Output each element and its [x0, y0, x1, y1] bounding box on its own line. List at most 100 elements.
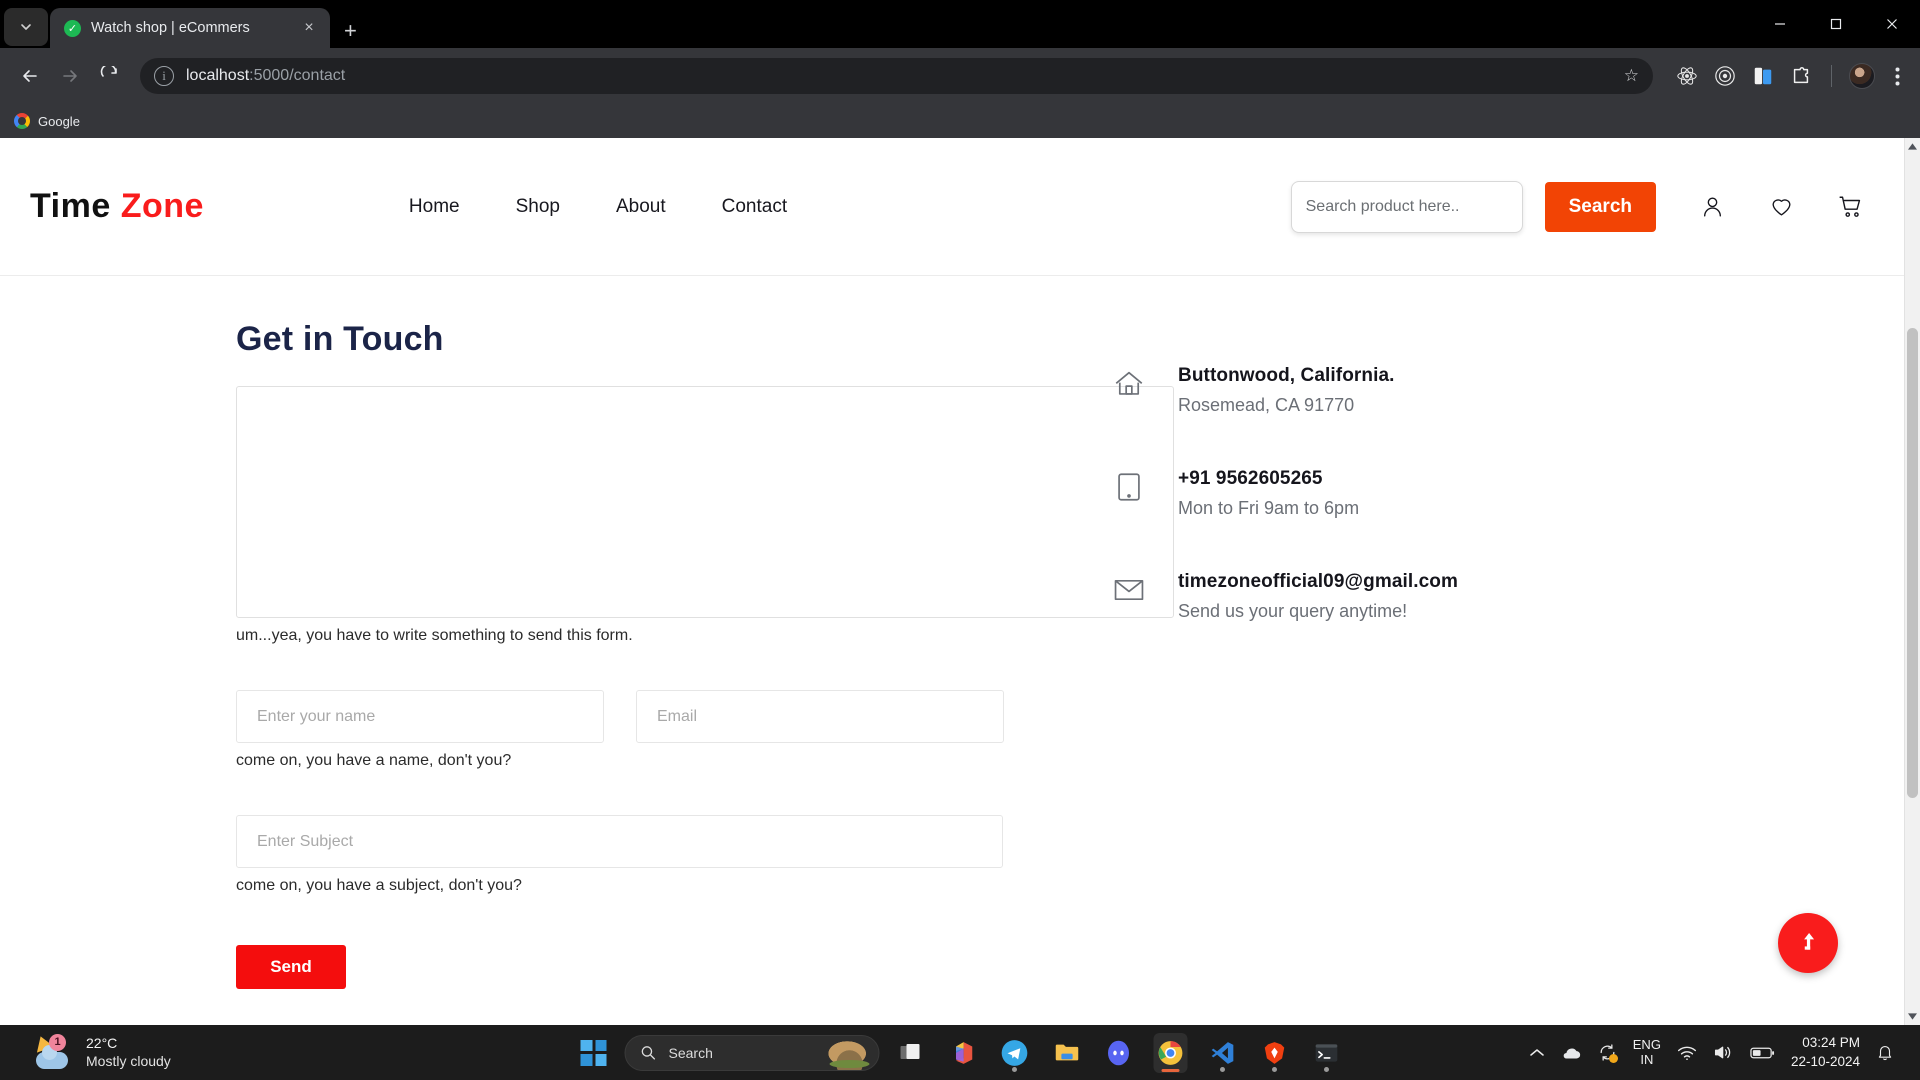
send-button[interactable]: Send: [236, 945, 346, 989]
volume-icon[interactable]: [1713, 1044, 1734, 1061]
react-devtools-icon[interactable]: [1673, 62, 1701, 90]
scrollbar-thumb[interactable]: [1907, 328, 1918, 798]
scroll-to-top-button[interactable]: [1778, 913, 1838, 973]
weather-temperature: 22°C: [86, 1035, 118, 1052]
sync-icon[interactable]: [1598, 1043, 1618, 1063]
tab-strip: ✓ Watch shop | eCommers × +: [0, 0, 1920, 48]
brave-icon[interactable]: [1258, 1033, 1292, 1073]
tab-close-icon[interactable]: ×: [298, 19, 320, 37]
name-email-row: [236, 690, 1060, 743]
subject-input[interactable]: [236, 815, 1003, 868]
taskbar-search-placeholder: Search: [668, 1044, 713, 1061]
system-tray: ENG IN 03:24 PM 22-10-2024: [1530, 1034, 1910, 1070]
site-info-icon[interactable]: i: [154, 66, 174, 86]
subject-block: come on, you have a subject, don't you?: [236, 815, 1060, 895]
battery-icon[interactable]: [1750, 1046, 1775, 1060]
bookmark-google[interactable]: Google: [14, 113, 80, 129]
check-circle-icon: ✓: [64, 19, 81, 37]
name-input[interactable]: [236, 690, 604, 743]
search-button[interactable]: Search: [1544, 181, 1656, 232]
wifi-icon[interactable]: [1677, 1045, 1697, 1061]
tab-title: Watch shop | eCommers: [91, 20, 250, 36]
web-page: Time Zone Home Shop About Contact Search: [0, 138, 1904, 1025]
scrollbar-up-arrow-icon[interactable]: [1905, 138, 1920, 155]
weather-condition: Mostly cloudy: [86, 1052, 171, 1069]
nav-item-shop[interactable]: Shop: [516, 196, 560, 218]
language-top: ENG: [1632, 1036, 1661, 1052]
clock-time: 03:24 PM: [1802, 1035, 1860, 1051]
logo-second: Zone: [120, 187, 204, 225]
logo-first: Time: [30, 187, 111, 225]
reload-icon[interactable]: [92, 58, 128, 94]
user-icon[interactable]: [1700, 194, 1725, 219]
forward-icon[interactable]: [52, 58, 88, 94]
name-error: come on, you have a name, don't you?: [236, 752, 512, 769]
windows-taskbar: 1 22°C Mostly cloudy Search ENG IN 03:24…: [0, 1025, 1920, 1080]
search-icon: [641, 1046, 656, 1060]
header-right: Search: [1290, 180, 1874, 233]
weather-icon: 1: [32, 1032, 74, 1070]
clock[interactable]: 03:24 PM 22-10-2024: [1791, 1034, 1860, 1070]
extensions-puzzle-icon[interactable]: [1787, 62, 1815, 90]
terminal-icon[interactable]: [1310, 1033, 1344, 1073]
discord-icon[interactable]: [1102, 1033, 1136, 1073]
target-icon[interactable]: [1711, 62, 1739, 90]
taskbar-apps: [894, 1032, 1344, 1073]
search-input[interactable]: [1290, 180, 1523, 233]
back-icon[interactable]: [12, 58, 48, 94]
page-scrollbar[interactable]: [1904, 138, 1920, 1025]
bear-illustration-icon: [826, 1039, 873, 1070]
bookmark-label: Google: [38, 113, 80, 129]
phone-sub: Mon to Fri 9am to 6pm: [1178, 498, 1360, 518]
address-sub: Rosemead, CA 91770: [1178, 395, 1355, 415]
weather-widget[interactable]: 1 22°C Mostly cloudy: [10, 1032, 171, 1070]
nav-item-about[interactable]: About: [616, 196, 666, 218]
minimize-icon[interactable]: [1752, 0, 1808, 48]
contact-info-address: Buttonwood, California. Rosemead, CA 917…: [1112, 365, 1458, 416]
header-icon-group: [1700, 194, 1864, 220]
contact-content: Get in Touch um...yea, you have to write…: [0, 276, 1904, 989]
tab-search-chevron-icon[interactable]: [4, 8, 48, 46]
home-icon: [1112, 365, 1148, 416]
bookmark-star-icon[interactable]: ☆: [1624, 66, 1639, 86]
language-indicator[interactable]: ENG IN: [1632, 1036, 1661, 1068]
toolbar-divider: [1831, 65, 1832, 87]
email-sub: Send us your query anytime!: [1178, 601, 1408, 621]
tray-expand-chevron-icon[interactable]: [1530, 1048, 1544, 1058]
nav-item-contact[interactable]: Contact: [722, 196, 787, 218]
split-view-icon[interactable]: [1749, 62, 1777, 90]
telegram-icon[interactable]: [998, 1033, 1032, 1073]
language-bottom: IN: [1640, 1051, 1654, 1067]
nav-item-home[interactable]: Home: [409, 196, 460, 218]
close-icon[interactable]: [1864, 0, 1920, 48]
taskbar-center: Search: [577, 1032, 1344, 1073]
maximize-icon[interactable]: [1808, 0, 1864, 48]
cart-icon[interactable]: [1838, 194, 1864, 220]
scrollbar-down-arrow-icon[interactable]: [1905, 1008, 1920, 1025]
office-icon[interactable]: [946, 1033, 980, 1073]
google-icon: [14, 113, 30, 129]
browser-tab[interactable]: ✓ Watch shop | eCommers ×: [50, 8, 330, 48]
onedrive-icon[interactable]: [1560, 1045, 1582, 1061]
file-explorer-icon[interactable]: [1050, 1033, 1084, 1073]
phone-icon: [1112, 468, 1148, 519]
site-logo[interactable]: Time Zone: [30, 187, 204, 226]
address-bar[interactable]: i localhost:5000/contact ☆: [140, 58, 1653, 94]
start-button[interactable]: [577, 1033, 611, 1073]
main-nav: Home Shop About Contact: [409, 196, 787, 218]
notifications-bell-icon[interactable]: [1876, 1043, 1894, 1062]
browser-menu-icon[interactable]: [1886, 62, 1908, 90]
envelope-icon: [1112, 571, 1148, 622]
taskview-icon[interactable]: [894, 1033, 928, 1073]
extension-icons: [1665, 62, 1908, 90]
url-host: localhost: [186, 67, 250, 84]
taskbar-search[interactable]: Search: [624, 1034, 880, 1071]
chrome-icon[interactable]: [1153, 1032, 1188, 1073]
notification-badge: 1: [49, 1033, 66, 1051]
email-input[interactable]: [636, 690, 1004, 743]
new-tab-button[interactable]: +: [344, 20, 357, 42]
wishlist-heart-icon[interactable]: [1769, 194, 1794, 219]
avatar[interactable]: [1848, 62, 1876, 90]
message-textarea[interactable]: [236, 386, 1174, 618]
vscode-icon[interactable]: [1206, 1033, 1240, 1073]
